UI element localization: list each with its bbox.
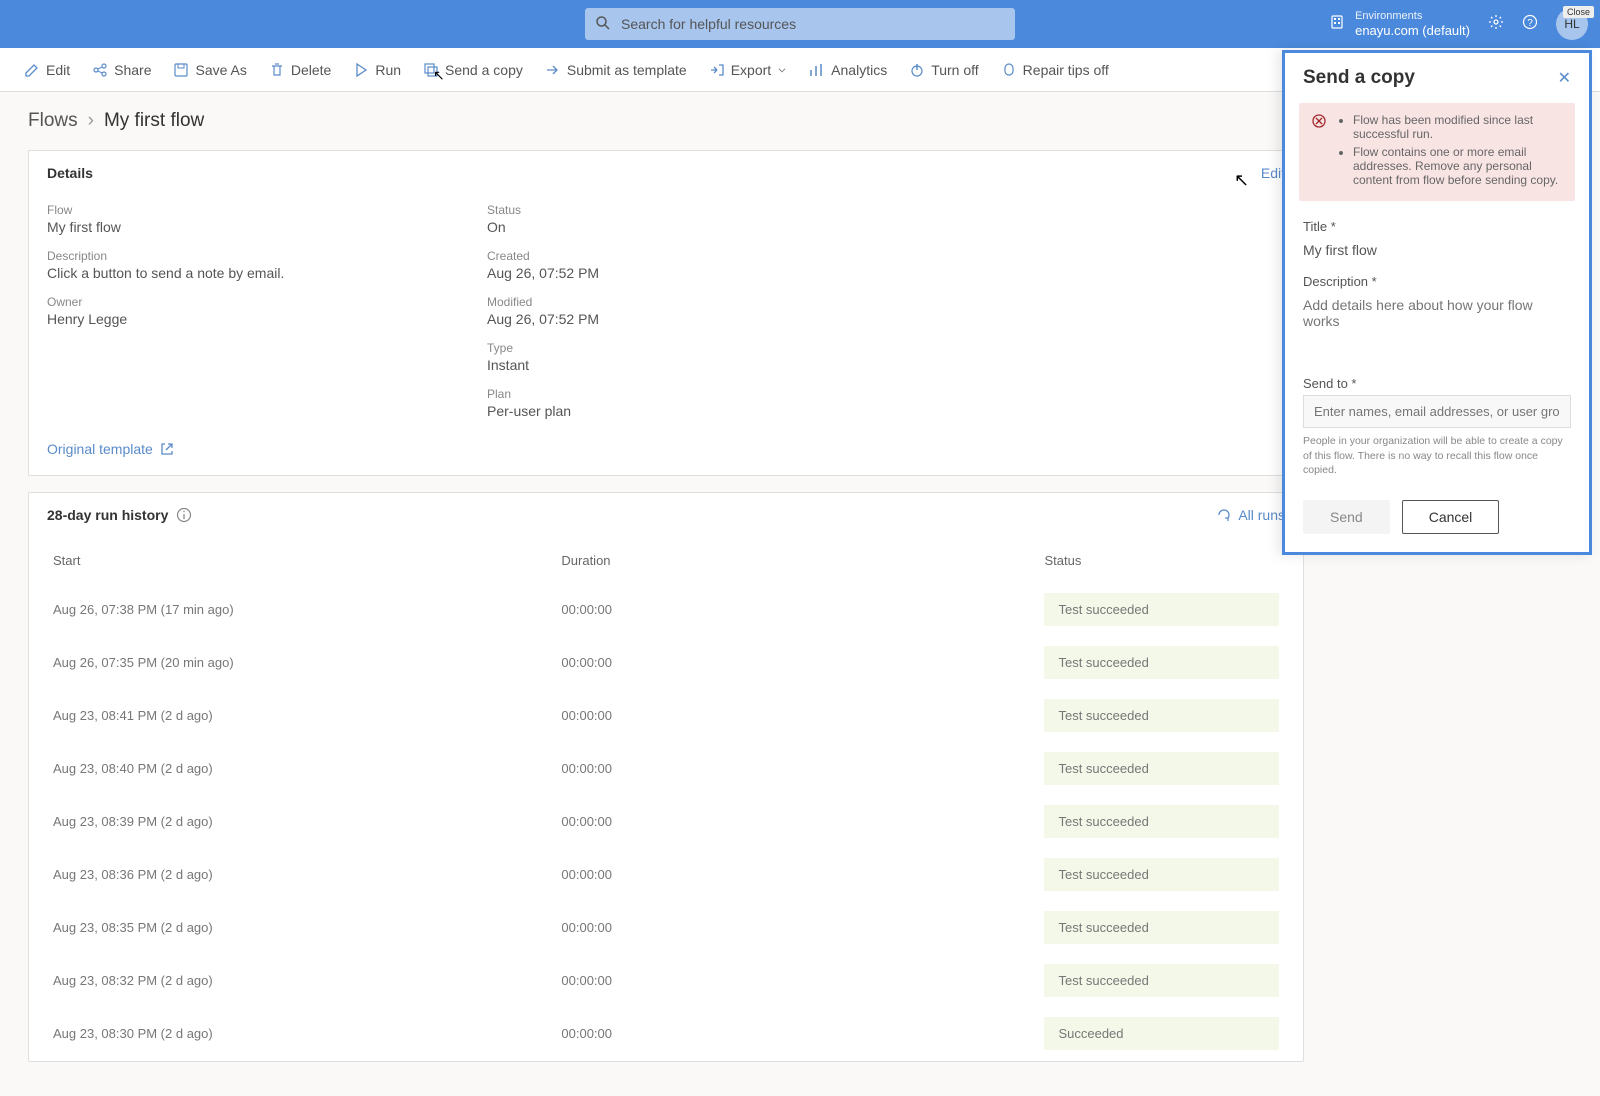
cell-status: Test succeeded xyxy=(1022,955,1301,1006)
cell-duration: 00:00:00 xyxy=(539,902,1020,953)
search-input[interactable] xyxy=(585,8,1015,40)
breadcrumb-current: My first flow xyxy=(104,110,204,132)
turnoff-button[interactable]: Turn off xyxy=(909,62,978,78)
user-avatar[interactable]: HL Close xyxy=(1556,8,1588,40)
cell-status: Test succeeded xyxy=(1022,796,1301,847)
table-row[interactable]: Aug 23, 08:40 PM (2 d ago)00:00:00Test s… xyxy=(31,743,1301,794)
details-title: Details xyxy=(47,165,93,181)
cell-status: Test succeeded xyxy=(1022,690,1301,741)
cell-duration: 00:00:00 xyxy=(539,690,1020,741)
description-input[interactable] xyxy=(1303,293,1571,359)
cell-start: Aug 23, 08:30 PM (2 d ago) xyxy=(31,1008,537,1059)
history-card: 28-day run history All runs Start Durati… xyxy=(28,492,1304,1062)
cell-start: Aug 26, 07:38 PM (17 min ago) xyxy=(31,584,537,635)
table-row[interactable]: Aug 23, 08:36 PM (2 d ago)00:00:00Test s… xyxy=(31,849,1301,900)
cell-status: Test succeeded xyxy=(1022,849,1301,900)
cell-start: Aug 23, 08:40 PM (2 d ago) xyxy=(31,743,537,794)
cell-status: Succeeded xyxy=(1022,1008,1301,1059)
cell-duration: 00:00:00 xyxy=(539,849,1020,900)
cell-status: Test succeeded xyxy=(1022,637,1301,688)
table-row[interactable]: Aug 26, 07:38 PM (17 min ago)00:00:00Tes… xyxy=(31,584,1301,635)
settings-icon[interactable] xyxy=(1488,14,1504,35)
description-label: Description * xyxy=(1303,274,1571,289)
history-title: 28-day run history xyxy=(47,507,168,523)
export-button[interactable]: Export xyxy=(709,62,787,78)
details-card: Details Edit FlowMy first flow Descripti… xyxy=(28,150,1304,476)
breadcrumb-root[interactable]: Flows xyxy=(28,110,78,132)
title-label: Title * xyxy=(1303,219,1571,234)
table-row[interactable]: Aug 23, 08:30 PM (2 d ago)00:00:00Succee… xyxy=(31,1008,1301,1059)
sendcopy-panel: Send a copy ✕ Flow has been modified sin… xyxy=(1282,50,1592,555)
cell-start: Aug 23, 08:39 PM (2 d ago) xyxy=(31,796,537,847)
cell-duration: 00:00:00 xyxy=(539,584,1020,635)
help-icon[interactable]: ? xyxy=(1522,14,1538,35)
edit-button[interactable]: Edit xyxy=(24,62,70,78)
cell-start: Aug 23, 08:35 PM (2 d ago) xyxy=(31,902,537,953)
top-header: Environments enayu.com (default) ? HL Cl… xyxy=(0,0,1600,48)
refresh-icon xyxy=(1216,507,1232,523)
breadcrumb: Flows › My first flow xyxy=(28,110,1304,132)
title-input[interactable] xyxy=(1303,238,1571,262)
table-row[interactable]: Aug 23, 08:35 PM (2 d ago)00:00:00Test s… xyxy=(31,902,1301,953)
panel-close-icon[interactable]: ✕ xyxy=(1558,68,1571,88)
col-status: Status xyxy=(1022,539,1301,582)
table-row[interactable]: Aug 23, 08:41 PM (2 d ago)00:00:00Test s… xyxy=(31,690,1301,741)
chevron-right-icon: › xyxy=(88,110,94,132)
cell-start: Aug 23, 08:32 PM (2 d ago) xyxy=(31,955,537,1006)
cell-duration: 00:00:00 xyxy=(539,955,1020,1006)
environment-picker[interactable]: Environments enayu.com (default) xyxy=(1329,10,1470,39)
cell-start: Aug 23, 08:41 PM (2 d ago) xyxy=(31,690,537,741)
original-template-link[interactable]: Original template xyxy=(29,441,1303,475)
cell-status: Test succeeded xyxy=(1022,584,1301,635)
external-link-icon xyxy=(159,441,175,457)
cell-start: Aug 23, 08:36 PM (2 d ago) xyxy=(31,849,537,900)
sendto-hint: People in your organization will be able… xyxy=(1303,434,1571,478)
alert-box: Flow has been modified since last succes… xyxy=(1299,103,1575,201)
share-button[interactable]: Share xyxy=(92,62,151,78)
cell-duration: 00:00:00 xyxy=(539,1008,1020,1059)
sendto-label: Send to * xyxy=(1303,376,1571,391)
error-icon xyxy=(1311,113,1327,191)
send-button[interactable]: Send xyxy=(1303,500,1390,534)
all-runs-link[interactable]: All runs xyxy=(1216,507,1285,523)
cancel-button[interactable]: Cancel xyxy=(1402,500,1500,534)
cell-status: Test succeeded xyxy=(1022,902,1301,953)
info-icon[interactable] xyxy=(176,507,192,523)
sendto-input[interactable] xyxy=(1303,395,1571,428)
delete-button[interactable]: Delete xyxy=(269,62,331,78)
table-row[interactable]: Aug 26, 07:35 PM (20 min ago)00:00:00Tes… xyxy=(31,637,1301,688)
table-row[interactable]: Aug 23, 08:32 PM (2 d ago)00:00:00Test s… xyxy=(31,955,1301,1006)
repair-button[interactable]: Repair tips off xyxy=(1001,62,1109,78)
cell-duration: 00:00:00 xyxy=(539,637,1020,688)
environment-label: Environments xyxy=(1355,10,1470,23)
cell-status: Test succeeded xyxy=(1022,743,1301,794)
cell-start: Aug 26, 07:35 PM (20 min ago) xyxy=(31,637,537,688)
svg-text:?: ? xyxy=(1527,18,1533,29)
cell-duration: 00:00:00 xyxy=(539,743,1020,794)
submit-button[interactable]: Submit as template xyxy=(545,62,687,78)
cell-duration: 00:00:00 xyxy=(539,796,1020,847)
saveas-button[interactable]: Save As xyxy=(173,62,246,78)
environment-icon xyxy=(1329,14,1345,35)
sendcopy-button[interactable]: Send a copy xyxy=(423,62,523,78)
history-table: Start Duration Status Aug 26, 07:38 PM (… xyxy=(29,537,1303,1061)
search-icon xyxy=(595,15,611,36)
run-button[interactable]: Run xyxy=(353,62,401,78)
table-row[interactable]: Aug 23, 08:39 PM (2 d ago)00:00:00Test s… xyxy=(31,796,1301,847)
environment-name: enayu.com (default) xyxy=(1355,23,1470,39)
col-duration: Duration xyxy=(539,539,1020,582)
col-start: Start xyxy=(31,539,537,582)
panel-title: Send a copy xyxy=(1303,67,1415,89)
close-badge: Close xyxy=(1563,6,1594,18)
search-wrap xyxy=(585,8,1015,40)
analytics-button[interactable]: Analytics xyxy=(809,62,887,78)
